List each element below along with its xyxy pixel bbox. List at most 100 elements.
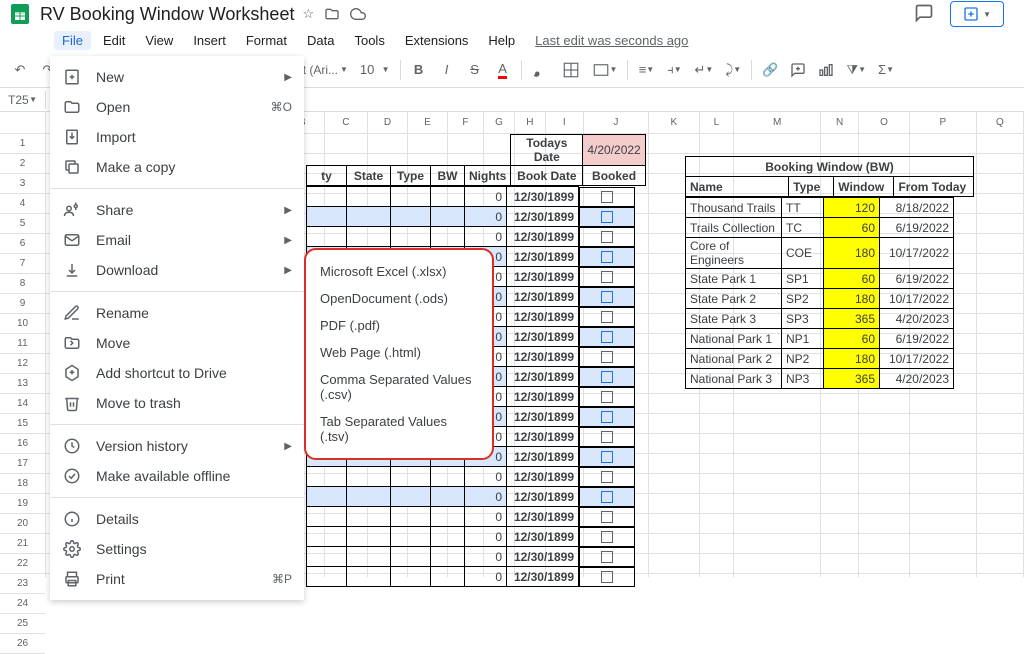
fm-email[interactable]: Email▶ [50,225,304,255]
bw-cell[interactable]: 180 [824,349,880,369]
fm-new[interactable]: New▶ [50,62,304,92]
cell[interactable] [391,487,431,507]
bw-cell[interactable]: National Park 1 [686,329,782,349]
bw-table[interactable]: Booking Window (BW) Name Type Window Fro… [685,156,974,197]
bw-cell[interactable]: State Park 3 [686,309,782,329]
menu-file[interactable]: File [54,31,91,50]
col-header[interactable]: E [408,112,448,134]
cell[interactable]: 0 [465,467,507,487]
cell[interactable] [307,527,347,547]
cell[interactable] [391,507,431,527]
row-header[interactable]: 19 [0,494,45,514]
cell[interactable]: 12/30/1899 [507,547,579,567]
row-header[interactable]: 18 [0,474,45,494]
undo-icon[interactable]: ↶ [8,58,32,82]
cell[interactable] [347,527,391,547]
cell[interactable] [431,507,465,527]
bw-cell[interactable]: SP2 [782,289,824,309]
cell[interactable] [391,527,431,547]
cell[interactable] [307,487,347,507]
fm-add-shortcut[interactable]: Add shortcut to Drive [50,358,304,388]
cell[interactable]: 12/30/1899 [507,487,579,507]
name-box[interactable]: T25▼ [0,91,46,109]
chart-icon[interactable] [814,58,838,82]
bw-cell[interactable]: 10/17/2022 [880,238,954,269]
dl-html[interactable]: Web Page (.html) [306,339,492,366]
bw-cell[interactable]: NP2 [782,349,824,369]
corner-cell[interactable] [0,112,45,134]
cell[interactable]: 0 [465,207,507,227]
bw-cell[interactable]: COE [782,238,824,269]
cell[interactable]: 12/30/1899 [507,527,579,547]
row-header[interactable]: 12 [0,354,45,374]
cell[interactable]: 12/30/1899 [507,447,579,467]
cell[interactable] [307,227,347,247]
cell[interactable] [431,527,465,547]
cell[interactable] [391,187,431,207]
menu-extensions[interactable]: Extensions [397,31,477,50]
col-header[interactable]: I [546,112,584,134]
row-header[interactable]: 24 [0,594,45,614]
cell[interactable] [347,547,391,567]
fm-details[interactable]: Details [50,504,304,534]
row-header[interactable]: 20 [0,514,45,534]
cell[interactable] [431,467,465,487]
bw-cell[interactable]: Thousand Trails [686,198,782,218]
cell[interactable]: 12/30/1899 [507,247,579,267]
fm-make-copy[interactable]: Make a copy [50,152,304,182]
row-header[interactable]: 15 [0,414,45,434]
row-header[interactable]: 14 [0,394,45,414]
row-header[interactable]: 26 [0,634,45,654]
cell[interactable] [579,287,635,307]
cell[interactable] [431,547,465,567]
bw-cell[interactable]: Core of Engineers [686,238,782,269]
bw-cell[interactable]: State Park 2 [686,289,782,309]
bw-cell[interactable]: 180 [824,289,880,309]
bw-cell[interactable]: 120 [824,198,880,218]
cell[interactable] [391,467,431,487]
dl-csv[interactable]: Comma Separated Values (.csv) [306,366,492,408]
cell[interactable]: 12/30/1899 [507,207,579,227]
row-header[interactable]: 17 [0,454,45,474]
col-header[interactable]: F [448,112,484,134]
cell[interactable] [347,207,391,227]
cell[interactable] [579,207,635,227]
fm-download[interactable]: Download▶ [50,255,304,285]
row-header[interactable]: 11 [0,334,45,354]
row-header[interactable]: 9 [0,294,45,314]
cell[interactable] [347,187,391,207]
cell[interactable]: 12/30/1899 [507,367,579,387]
row-header[interactable]: 7 [0,254,45,274]
cell[interactable] [347,467,391,487]
fm-share[interactable]: Share▶ [50,195,304,225]
cell[interactable] [391,207,431,227]
row-header[interactable]: 1 [0,134,45,154]
dl-pdf[interactable]: PDF (.pdf) [306,312,492,339]
row-header[interactable]: 21 [0,534,45,554]
cell[interactable] [391,227,431,247]
comment-toolbar-icon[interactable] [786,58,810,82]
bw-cell[interactable]: 365 [824,309,880,329]
col-header[interactable]: G [484,112,515,134]
dl-tsv[interactable]: Tab Separated Values (.tsv) [306,408,492,450]
cell[interactable]: 0 [465,547,507,567]
cell[interactable] [431,487,465,507]
menu-format[interactable]: Format [238,31,295,50]
col-header[interactable]: K [649,112,700,134]
cell[interactable] [579,507,635,527]
cell[interactable] [307,187,347,207]
link-icon[interactable]: 🔗 [758,58,782,82]
menu-help[interactable]: Help [480,31,523,50]
cell[interactable] [579,427,635,447]
cell[interactable] [579,307,635,327]
col-header[interactable]: H [515,112,546,134]
row-header[interactable]: 10 [0,314,45,334]
cell[interactable] [579,367,635,387]
cell[interactable] [579,347,635,367]
cell[interactable] [431,227,465,247]
fm-rename[interactable]: Rename [50,298,304,328]
cell[interactable]: 0 [465,187,507,207]
filter-icon[interactable]: ⧩▼ [842,58,870,82]
doc-title[interactable]: RV Booking Window Worksheet [40,4,294,25]
menu-edit[interactable]: Edit [95,31,133,50]
